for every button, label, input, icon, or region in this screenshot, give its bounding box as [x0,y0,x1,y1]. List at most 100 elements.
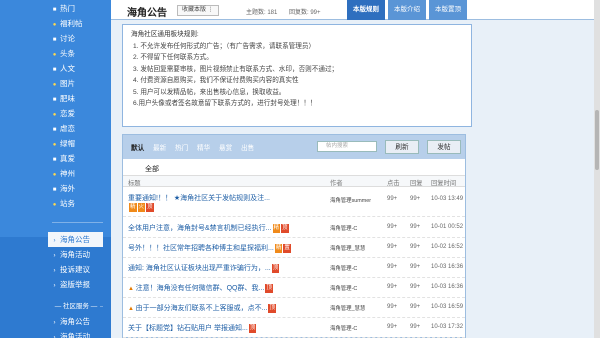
scrollbar-thumb[interactable] [595,110,599,170]
sidebar-subitem-label: 投诉建议 [60,265,90,274]
thread-title-text: 重要通知!！！ ★海角社区关于发帖规则及注... [128,195,270,202]
sidebar-item-label: 神州 [60,169,75,178]
rule-line: 2. 不得留下任何联系方式。 [131,52,463,64]
table-row[interactable]: ▲ 注意！海角没有任何微信群、QQ群、我...顶海角管理-C99+99+10-0… [123,278,465,298]
sidebar-service-item[interactable]: ›海角活动 [52,329,103,344]
sidebar-item-label: 福利帖 [60,19,83,28]
warning-icon: ▲ [128,306,136,312]
board-title: 海角公告 [127,4,167,19]
sidebar-item[interactable]: ●福利帖 [52,16,103,31]
new-post-button[interactable]: 发帖 [427,140,461,154]
tab-board-pinned[interactable]: 本版置顶 [429,0,467,20]
service-label: 社区服务 [63,303,89,310]
all-threads-label[interactable]: 全部 [145,164,159,174]
thread-reply-time: 10-03 17:32 [431,324,463,330]
sidebar-item-label: 图片 [60,79,75,88]
thread-reply-time: 10-01 00:52 [431,224,463,230]
thread-views: 99+ [387,244,397,250]
thread-title[interactable]: 通知: 海角社区认证板块出现严重诈骗行为，...顶 [128,263,279,273]
thread-title[interactable]: 号外！！！社区常年招聘各种博主和星探福利...精置 [128,243,291,253]
arrow-icon: › [52,331,57,346]
thread-author[interactable]: 海角管理-C [330,224,357,232]
refresh-button[interactable]: 刷新 [385,140,419,154]
thread-tags: 精火顶 [128,203,154,212]
thread-title[interactable]: 重要通知!！！ ★海角社区关于发帖规则及注... [128,193,270,203]
thread-title[interactable]: 全体用户注意，海角封号&禁言机制已经执行...精顶 [128,223,289,233]
thread-views: 99+ [387,304,397,310]
thread-search-input[interactable]: 帖内搜索 [317,141,377,152]
sidebar-item[interactable]: ■真爱 [52,151,103,166]
thread-author[interactable]: 海角管理-C [330,264,357,272]
table-row[interactable]: 关于【标题党】钻石贴用户 举报通知...顶海角管理-C99+99+10-03 1… [123,318,465,338]
thread-tag-badge: 顶 [146,203,154,212]
thread-title-text: 全体用户注意，海角封号&禁言机制已经执行... [128,225,272,232]
filter-tab-bounty[interactable]: 悬赏 [219,142,232,152]
filter-tab-sale[interactable]: 出售 [241,142,254,152]
tab-board-intro[interactable]: 本版介绍 [388,0,426,20]
page-scrollbar[interactable] [594,0,600,338]
warning-icon: ▲ [128,286,136,292]
filter-tab-hot[interactable]: 热门 [175,142,188,152]
sidebar-item-label: 恋爱 [60,109,75,118]
bullet-icon: ● [52,198,57,213]
thread-replies: 99+ [410,304,420,310]
favorite-board-button[interactable]: 收藏本版 ⋮ [177,5,219,16]
thread-title-text: 注意！海角没有任何微信群、QQ群、我... [136,285,265,292]
sidebar-subitem[interactable]: ›盗版举报 [52,277,103,292]
sidebar-service-item[interactable]: ›海角公告 [52,314,103,329]
sidebar-item[interactable]: ■虐恋 [52,121,103,136]
sidebar-item[interactable]: ■讨论 [52,31,103,46]
filter-tab-featured[interactable]: 精华 [197,142,210,152]
sidebar-item[interactable]: ●头条 [52,46,103,61]
sidebar-subitem[interactable]: ›海角活动 [52,247,103,262]
sidebar-item-label: 海外 [60,184,75,193]
thread-tag-badge: 精 [275,244,283,253]
sidebar-item[interactable]: ■海外 [52,181,103,196]
sidebar-subitem[interactable]: ›投诉建议 [52,262,103,277]
reply-count: 回复数: 99+ [289,7,321,16]
sidebar-item[interactable]: ●图片 [52,76,103,91]
sidebar-subitem-label: 海角公告 [60,235,90,244]
thread-title[interactable]: 关于【标题党】钻石贴用户 举报通知...顶 [128,323,256,333]
table-row[interactable]: ▲ 由于一部分海友们联系不上客服或，点不...顶海角管理_慧慧99+99+10-… [123,298,465,318]
sidebar-item[interactable]: ■热门 [52,1,103,16]
sidebar-item[interactable]: ●恋爱 [52,106,103,121]
sidebar-item[interactable]: ●站务 [52,196,103,211]
sidebar-item[interactable]: ●绿帽 [52,136,103,151]
thread-title[interactable]: ▲ 注意！海角没有任何微信群、QQ群、我...顶 [128,283,273,293]
filter-tab-default[interactable]: 默认 [131,142,144,152]
main-content: 海角公告 收藏本版 ⋮ 主题数: 181 回复数: 99+ 本版规则 本版介绍 … [111,0,600,338]
sidebar: ■热门●福利帖■讨论●头条■人文●图片■肥味●恋爱■虐恋●绿帽■真爱●神州■海外… [0,0,111,338]
sidebar-item-label: 虐恋 [60,124,75,133]
table-row[interactable]: 全体用户注意，海角封号&禁言机制已经执行...精顶海角管理-C99+99+10-… [123,218,465,238]
rules-title: 海角社区通用板块规则: [131,29,463,41]
thread-tag-badge: 顶 [249,324,257,333]
table-row[interactable]: 重要通知!！！ ★海角社区关于发帖规则及注...精火顶 海角管理summer 99+… [123,190,465,217]
thread-filter-bar: 默认 最新 热门 精华 悬赏 出售 帖内搜索 刷新 发帖 [123,135,465,159]
table-row[interactable]: 号外！！！社区常年招聘各种博主和星探福利...精置海角管理_慧慧99+99+10… [123,238,465,258]
rule-line: 4. 付费资源自愿购买，我们不保证付费购买内容的真实性 [131,75,463,87]
thread-reply-time: 10-03 13:49 [431,196,463,202]
thread-title[interactable]: ▲ 由于一部分海友们联系不上客服或，点不...顶 [128,303,276,313]
sidebar-subitem[interactable]: ›海角公告 [48,232,103,247]
thread-views: 99+ [387,224,397,230]
tab-board-rules[interactable]: 本版规则 [347,0,385,20]
sidebar-item-label: 热门 [60,4,75,13]
filter-tab-latest[interactable]: 最新 [153,142,166,152]
sidebar-item[interactable]: ■肥味 [52,91,103,106]
sidebar-item[interactable]: ●神州 [52,166,103,181]
thread-author[interactable]: 海角管理-C [330,324,357,332]
thread-table-header: 标题 作者 点击 回复 回复时间 [123,175,465,187]
thread-views: 99+ [387,196,397,202]
rule-line: 3. 发帖回复需要审核，图片视频禁止有联系方式、水印，否则不通过； [131,64,463,76]
rule-line: 5. 用户可以发精品帖，来出售核心信息，换取收益。 [131,87,463,99]
table-row[interactable]: 通知: 海角社区认证板块出现严重诈骗行为，...顶海角管理-C99+99+10-… [123,258,465,278]
thread-author[interactable]: 海角管理_慧慧 [330,244,365,252]
thread-author[interactable]: 海角管理summer [330,196,371,204]
col-reply-time: 回复时间 [431,178,456,187]
sidebar-item[interactable]: ■人文 [52,61,103,76]
thread-author[interactable]: 海角管理_慧慧 [330,304,365,312]
thread-tag-badge: 火 [138,203,146,212]
thread-author[interactable]: 海角管理-C [330,284,357,292]
thread-views: 99+ [387,264,397,270]
